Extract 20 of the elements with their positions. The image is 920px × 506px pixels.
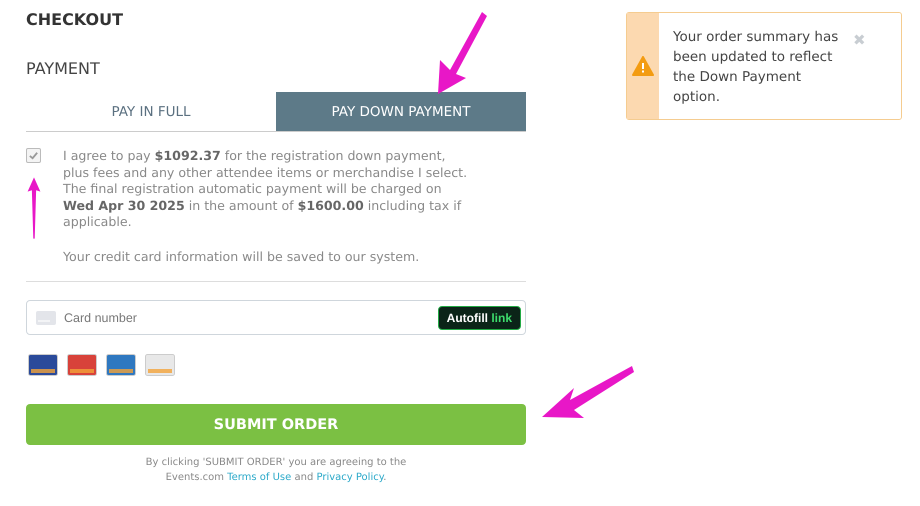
card-saved-note: Your credit card information will be saved to our system. bbox=[63, 248, 420, 265]
warning-icon bbox=[632, 56, 654, 76]
card-number-field[interactable]: Card number Autofill link bbox=[26, 300, 526, 335]
payment-tab[interactable]: PAY DOWN PAYMENT bbox=[276, 92, 526, 131]
credit-card-icon bbox=[36, 310, 56, 324]
agreement-text: I agree to pay $1092.37 for the registration down payment, plus fees and any other attendee items or merchandise I select. The final registration automatic payment will be charged on Wed Apr 30 2025 in the amount of $1600.00 including tax if applicable. bbox=[63, 148, 468, 230]
check-icon bbox=[28, 150, 39, 161]
terms-notice: By clicking 'SUBMIT ORDER' you are agreeing to the Events.com Terms of Use and Privacy Policy. bbox=[144, 456, 408, 485]
payment-card-icon bbox=[106, 354, 136, 376]
alert-message: Your order summary has been updated to reflect the Down Payment option. bbox=[672, 28, 840, 107]
agreement-checkbox[interactable] bbox=[26, 148, 41, 163]
terms-link[interactable]: Terms of Use bbox=[227, 472, 292, 483]
payment-card-icon bbox=[28, 354, 58, 376]
annotation-arrow bbox=[25, 176, 43, 240]
payment-heading: PAYMENT bbox=[26, 59, 101, 78]
privacy-link[interactable]: Privacy Policy bbox=[316, 472, 384, 483]
autofill-button[interactable]: Autofill link bbox=[438, 306, 521, 330]
payment-card-icon bbox=[145, 354, 175, 376]
checkout-heading: CHECKOUT bbox=[26, 10, 124, 29]
payment-card-icon bbox=[67, 354, 97, 376]
